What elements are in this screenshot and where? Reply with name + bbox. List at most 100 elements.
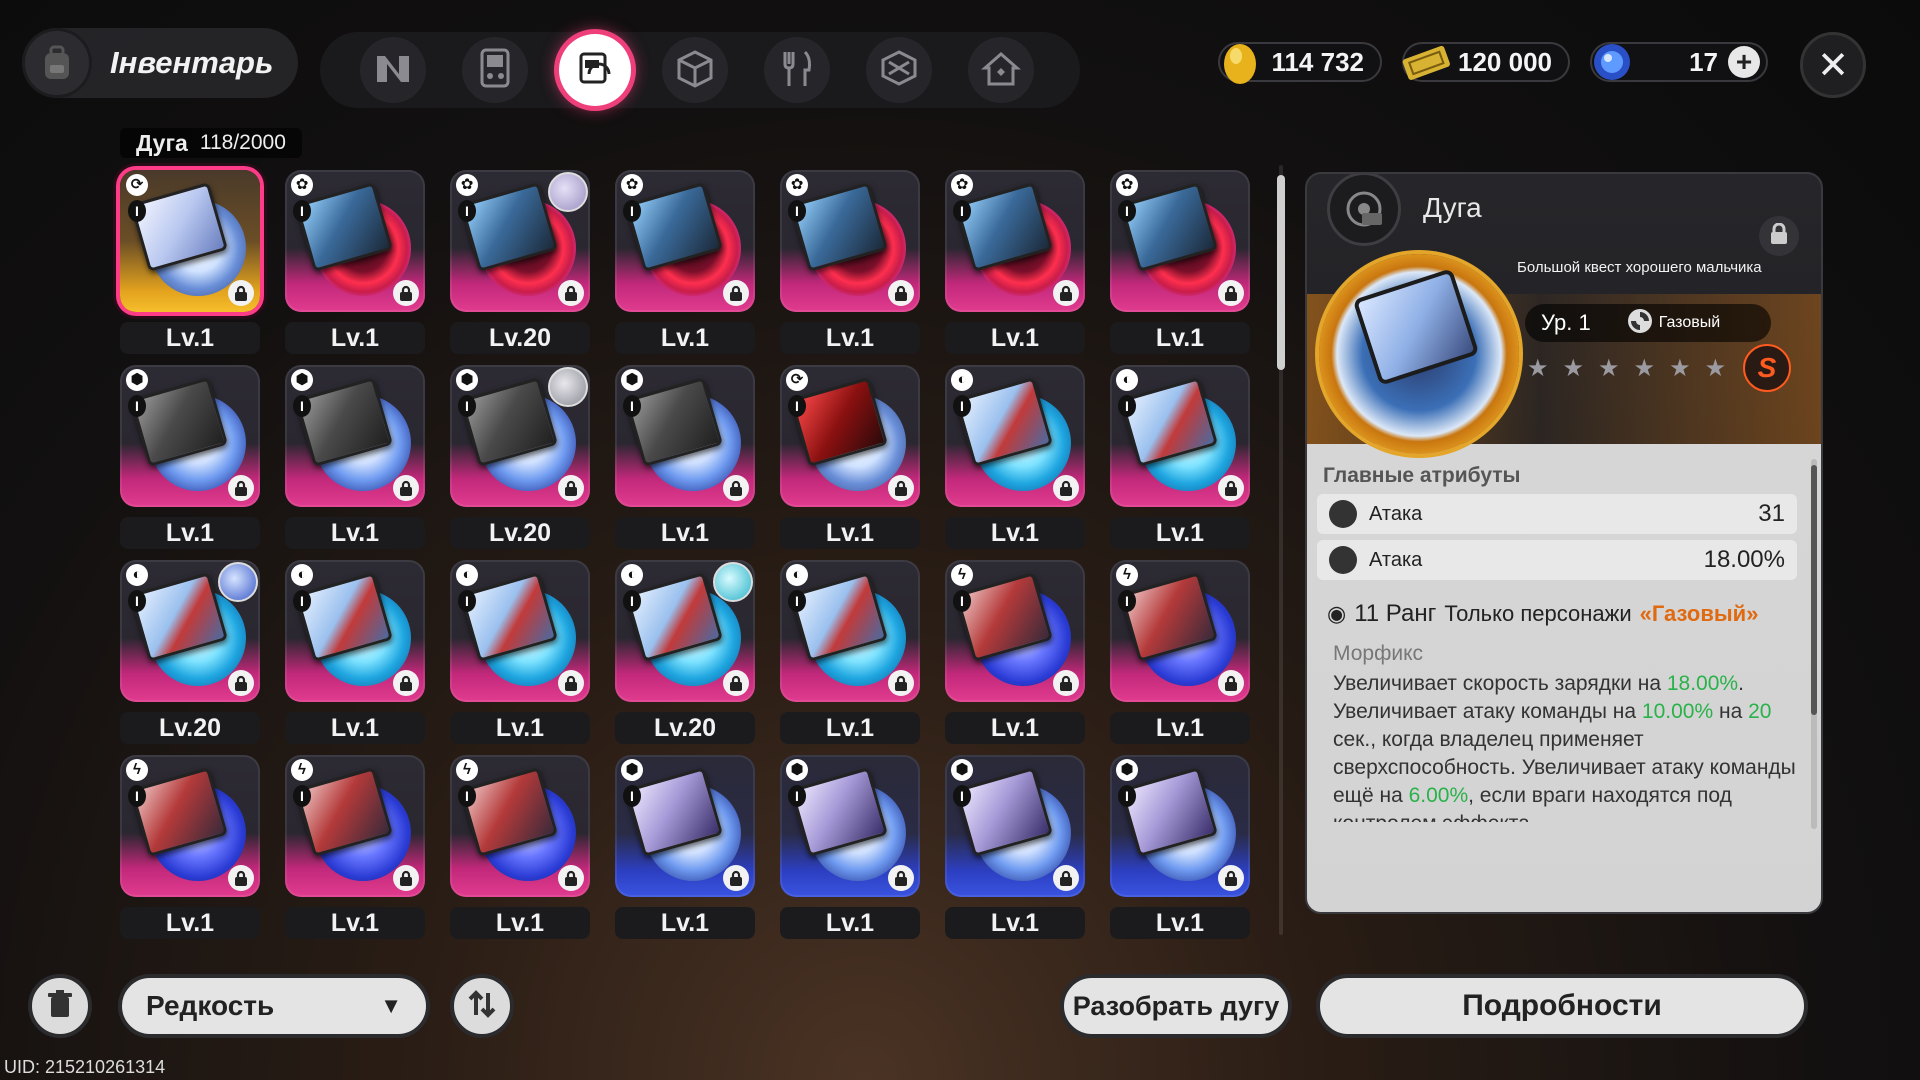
lock-icon bbox=[228, 475, 254, 501]
element-icon: ϟ bbox=[951, 564, 973, 586]
arc-disc-card[interactable]: ⬢ I Lv.1 bbox=[280, 360, 430, 555]
details-button[interactable]: Подробности bbox=[1316, 974, 1808, 1038]
tab-handheld[interactable] bbox=[462, 37, 528, 103]
arc-disc-icon bbox=[575, 48, 615, 93]
arc-disc-card[interactable]: ⬢ I Lv.1 bbox=[610, 360, 760, 555]
arc-disc-card[interactable]: ◐ I Lv.1 bbox=[940, 360, 1090, 555]
arc-disc-card[interactable]: ⬢ I Lv.1 bbox=[115, 360, 265, 555]
tab-box[interactable] bbox=[866, 37, 932, 103]
dismantle-button[interactable]: Разобрать дугу bbox=[1060, 974, 1292, 1038]
category-label: Дуга bbox=[136, 129, 188, 156]
item-level-label: Lv.1 bbox=[945, 907, 1085, 939]
arc-disc-card[interactable]: ◐ I Lv.1 bbox=[445, 555, 595, 750]
rank-marker-icon: I bbox=[458, 590, 476, 612]
tab-cube[interactable] bbox=[662, 37, 728, 103]
sort-dropdown[interactable]: Редкость ▼ bbox=[118, 974, 430, 1038]
n-logo-icon bbox=[373, 50, 413, 91]
arc-disc-card[interactable]: ϟ I Lv.1 bbox=[445, 750, 595, 945]
close-button[interactable]: ✕ bbox=[1800, 32, 1866, 98]
element-icon: ϟ bbox=[1116, 564, 1138, 586]
detail-scrollbar[interactable] bbox=[1811, 459, 1817, 829]
arc-disc-tile: ✿ I bbox=[615, 170, 755, 312]
element-icon: ◐ bbox=[786, 564, 808, 586]
arc-disc-card[interactable]: ϟ I Lv.1 bbox=[940, 555, 1090, 750]
element-icon: ⬢ bbox=[126, 369, 148, 391]
sort-order-button[interactable] bbox=[450, 974, 514, 1038]
rank-marker-icon: I bbox=[458, 395, 476, 417]
arc-disc-card[interactable]: ⬢ I Lv.20 bbox=[445, 360, 595, 555]
rank-value: 11 Ранг bbox=[1354, 600, 1437, 627]
lock-icon bbox=[888, 280, 914, 306]
arc-disc-tile: ϟI bbox=[1110, 560, 1250, 702]
rank-marker-icon: I bbox=[1118, 200, 1136, 222]
add-crystals-button[interactable]: + bbox=[1728, 46, 1760, 78]
arc-disc-card[interactable]: ⬢ I Lv.1 bbox=[1105, 750, 1255, 945]
arc-disc-card[interactable]: ϟ I Lv.1 bbox=[1105, 555, 1255, 750]
arc-disc-card[interactable]: ◐ I Lv.1 bbox=[280, 555, 430, 750]
rank-marker-icon: I bbox=[953, 200, 971, 222]
arc-disc-tile: ⬢ I bbox=[945, 755, 1085, 897]
arc-disc-card[interactable]: ✿ I Lv.20 bbox=[445, 165, 595, 360]
item-level-label: Lv.20 bbox=[615, 712, 755, 744]
arc-disc-card[interactable]: ✿ I Lv.1 bbox=[940, 165, 1090, 360]
arc-disc-tile: ⬢ I bbox=[120, 365, 260, 507]
arc-disc-card[interactable]: ◐ I Lv.1 bbox=[775, 555, 925, 750]
arc-disc-card[interactable]: ◐ I Lv.1 bbox=[1105, 360, 1255, 555]
arc-disc-card[interactable]: ✿ I Lv.1 bbox=[1105, 165, 1255, 360]
tab-food[interactable] bbox=[764, 37, 830, 103]
rank-stars: ★ ★ ★ ★ ★ ★ bbox=[1527, 354, 1726, 383]
effect-description[interactable]: Морфикс Увеличивает скорость зарядки на … bbox=[1333, 642, 1803, 822]
lock-icon bbox=[558, 280, 584, 306]
lock-icon bbox=[723, 865, 749, 891]
detail-category: Дуга bbox=[1423, 192, 1482, 223]
arc-disc-tile: ◐ I bbox=[1110, 365, 1250, 507]
stat-row: Атака 31 bbox=[1317, 494, 1797, 534]
element-icon: ⬢ bbox=[456, 369, 478, 391]
arc-disc-tile: ⬢ I bbox=[285, 365, 425, 507]
arc-disc-tile: ⬢ I bbox=[615, 755, 755, 897]
tab-arc-discs[interactable] bbox=[559, 34, 631, 106]
rank-marker-icon: I bbox=[788, 785, 806, 807]
tab-house[interactable] bbox=[968, 37, 1034, 103]
arc-disc-card[interactable]: ϟ I Lv.1 bbox=[115, 750, 265, 945]
arc-disc-category-icon bbox=[1327, 174, 1401, 246]
arc-disc-tile: ⬢ I bbox=[780, 755, 920, 897]
rank-marker-icon: I bbox=[623, 590, 641, 612]
item-count-tag: Дуга 118/2000 bbox=[120, 128, 302, 158]
arc-disc-tile: ⟳ I bbox=[120, 170, 260, 312]
arc-disc-grid: ⟳ I Lv.1 ✿ I Lv.1 ✿ I Lv.20 ✿ I Lv.1 ✿ I Lv.1 ✿ I Lv.1 ✿ I L… bbox=[115, 165, 1265, 940]
element-icon: ϟ bbox=[126, 759, 148, 781]
lock-icon bbox=[228, 670, 254, 696]
arc-disc-card[interactable]: ⬢ I Lv.1 bbox=[610, 750, 760, 945]
arc-disc-card[interactable]: ◐ I Lv.20 bbox=[610, 555, 760, 750]
arc-disc-card[interactable]: ✿ I Lv.1 bbox=[610, 165, 760, 360]
rank-marker-icon: I bbox=[128, 200, 146, 222]
lock-toggle-button[interactable] bbox=[1759, 216, 1799, 256]
grid-scrollbar[interactable] bbox=[1277, 165, 1285, 935]
rank-marker-icon: I bbox=[128, 395, 146, 417]
item-level-label: Lv.1 bbox=[120, 517, 260, 549]
rank-line: ◉ 11 Ранг Только персонажи «Газовый» bbox=[1327, 600, 1758, 628]
arc-disc-card[interactable]: ⟳ I Lv.1 bbox=[115, 165, 265, 360]
rank-marker-icon: I bbox=[953, 785, 971, 807]
element-icon: ⬢ bbox=[621, 369, 643, 391]
arc-disc-tile: ⬢ I bbox=[1110, 755, 1250, 897]
item-level-label: Lv.20 bbox=[120, 712, 260, 744]
element-icon: ⬢ bbox=[291, 369, 313, 391]
arc-disc-card[interactable]: ◐ I Lv.20 bbox=[115, 555, 265, 750]
arc-disc-card[interactable]: ⬢ I Lv.1 bbox=[940, 750, 1090, 945]
arc-disc-card[interactable]: ⟳ I Lv.1 bbox=[775, 360, 925, 555]
grid-scrollbar-thumb[interactable] bbox=[1277, 175, 1285, 370]
element-icon: ✿ bbox=[621, 174, 643, 196]
arc-disc-card[interactable]: ✿ I Lv.1 bbox=[775, 165, 925, 360]
tab-n-logo[interactable] bbox=[360, 37, 426, 103]
arc-disc-card[interactable]: ✿ I Lv.1 bbox=[280, 165, 430, 360]
delete-button[interactable] bbox=[28, 974, 92, 1038]
arc-disc-card[interactable]: ϟ I Lv.1 bbox=[280, 750, 430, 945]
lock-icon bbox=[888, 475, 914, 501]
rank-marker-icon: I bbox=[293, 590, 311, 612]
arc-disc-card[interactable]: ⬢ I Lv.1 bbox=[775, 750, 925, 945]
restriction-text: Только персонажи bbox=[1444, 601, 1632, 626]
star-icon: ★ bbox=[1562, 355, 1585, 382]
detail-panel: Дуга Большой квест хорошего мальчика Ур.… bbox=[1305, 172, 1823, 914]
